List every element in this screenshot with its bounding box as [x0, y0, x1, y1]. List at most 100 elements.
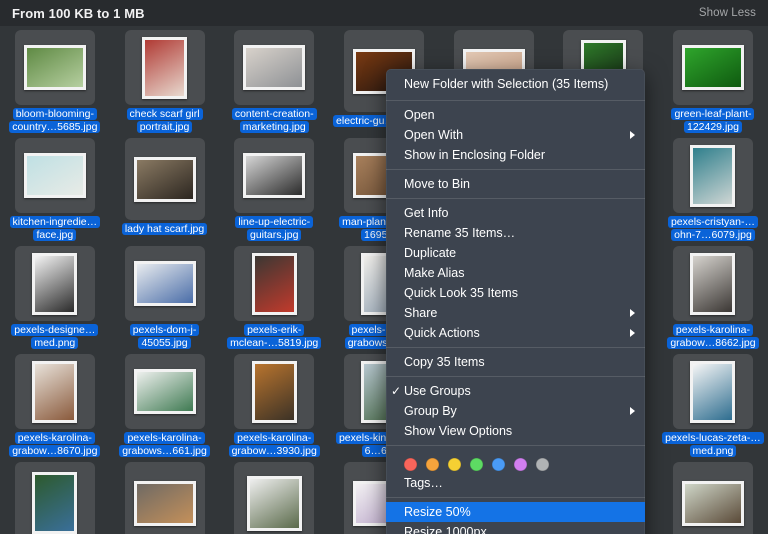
- tag-color-dot[interactable]: [514, 458, 527, 471]
- context-menu[interactable]: New Folder with Selection (35 Items) Open…: [386, 69, 645, 534]
- thumbnail-tile[interactable]: [234, 138, 315, 213]
- thumbnail-tile[interactable]: [14, 30, 95, 105]
- menu-item-label: Rename 35 Items…: [404, 226, 516, 240]
- file-item[interactable]: line-up-electric-guitars.jpg: [219, 134, 329, 242]
- menu-item-share[interactable]: Share: [386, 303, 645, 323]
- file-item[interactable]: green-leaf-plant-122429.jpg: [658, 26, 768, 134]
- thumbnail-tile[interactable]: [124, 246, 205, 321]
- thumbnail-tile[interactable]: [124, 138, 205, 220]
- tag-color-dot[interactable]: [426, 458, 439, 471]
- file-label[interactable]: pexels-karolina-grabow…8670.jpg: [3, 432, 107, 458]
- file-label[interactable]: lady hat scarf.jpg: [121, 223, 208, 236]
- photo-thumbnail: [243, 45, 306, 90]
- menu-item-open-with[interactable]: Open With: [386, 125, 645, 145]
- photo-thumbnail: [681, 480, 744, 526]
- file-label[interactable]: pexels-cristyan-…ohn-7…6079.jpg: [661, 216, 765, 242]
- file-label[interactable]: check scarf girl portrait.jpg: [113, 108, 217, 134]
- file-item[interactable]: pexels-erik-mclean-…5819.jpg: [219, 242, 329, 350]
- tag-color-dot[interactable]: [536, 458, 549, 471]
- file-label[interactable]: pexels-karolina-grabows…661.jpg: [113, 432, 217, 458]
- thumbnail-tile[interactable]: [234, 246, 315, 321]
- photo-thumbnail: [133, 261, 196, 306]
- menu-item-quick-actions[interactable]: Quick Actions: [386, 323, 645, 343]
- thumbnail-tile[interactable]: [124, 354, 205, 429]
- file-label[interactable]: bloom-blooming-country…5685.jpg: [3, 108, 107, 134]
- file-item[interactable]: [0, 458, 110, 534]
- file-item[interactable]: check scarf girl portrait.jpg: [110, 26, 220, 134]
- thumbnail-tile[interactable]: [234, 354, 315, 429]
- file-label[interactable]: green-leaf-plant-122429.jpg: [661, 108, 765, 134]
- file-item[interactable]: pexels-lucas-zeta-…med.png: [658, 350, 768, 458]
- thumbnail-tile[interactable]: [14, 246, 95, 321]
- file-item[interactable]: pexels-dom-j-45055.jpg: [110, 242, 220, 350]
- menu-item-duplicate[interactable]: Duplicate: [386, 243, 645, 263]
- thumbnail-tile[interactable]: [14, 462, 95, 534]
- menu-item-move-to-bin[interactable]: Move to Bin: [386, 174, 645, 194]
- tag-color-row[interactable]: [386, 450, 645, 473]
- menu-item-label: Group By: [404, 404, 457, 418]
- menu-separator: [386, 169, 645, 170]
- thumbnail-tile[interactable]: [124, 462, 205, 534]
- submenu-arrow-icon: [630, 309, 635, 317]
- thumbnail-tile[interactable]: [14, 354, 95, 429]
- menu-item-copy-35-items[interactable]: Copy 35 Items: [386, 352, 645, 372]
- file-label[interactable]: pexels-karolina-grabow…3930.jpg: [222, 432, 326, 458]
- menu-item-group-by[interactable]: Group By: [386, 401, 645, 421]
- file-label[interactable]: pexels-dom-j-45055.jpg: [113, 324, 217, 350]
- menu-item-get-info[interactable]: Get Info: [386, 203, 645, 223]
- menu-item-use-groups[interactable]: ✓ Use Groups: [386, 381, 645, 401]
- file-item[interactable]: content-creation-marketing.jpg: [219, 26, 329, 134]
- photo-thumbnail: [251, 252, 297, 315]
- menu-item-show-in-enclosing-folder[interactable]: Show in Enclosing Folder: [386, 145, 645, 165]
- tag-color-dot[interactable]: [470, 458, 483, 471]
- file-item[interactable]: pexels-cristyan-…ohn-7…6079.jpg: [658, 134, 768, 242]
- menu-item-rename-35-items[interactable]: Rename 35 Items…: [386, 223, 645, 243]
- show-less-button[interactable]: Show Less: [699, 7, 756, 19]
- tag-color-dot[interactable]: [448, 458, 461, 471]
- photo-thumbnail: [681, 45, 744, 90]
- menu-item-make-alias[interactable]: Make Alias: [386, 263, 645, 283]
- file-item[interactable]: kitchen-ingredie…face.jpg: [0, 134, 110, 242]
- file-item[interactable]: pexels-designe…med.png: [0, 242, 110, 350]
- menu-separator: [386, 497, 645, 498]
- file-item[interactable]: pexels-karolina-grabow…8670.jpg: [0, 350, 110, 458]
- thumbnail-tile[interactable]: [672, 354, 753, 429]
- file-label[interactable]: line-up-electric-guitars.jpg: [222, 216, 326, 242]
- thumbnail-tile[interactable]: [672, 462, 753, 534]
- tag-color-dot[interactable]: [404, 458, 417, 471]
- icon-grid-row: [0, 458, 768, 534]
- file-label[interactable]: pexels-erik-mclean-…5819.jpg: [222, 324, 326, 350]
- thumbnail-tile[interactable]: [672, 30, 753, 105]
- file-item[interactable]: [110, 458, 220, 534]
- thumbnail-tile[interactable]: [672, 246, 753, 321]
- file-item[interactable]: pexels-karolina-grabow…8662.jpg: [658, 242, 768, 350]
- file-item[interactable]: [658, 458, 768, 534]
- thumbnail-tile[interactable]: [234, 30, 315, 105]
- file-item[interactable]: bloom-blooming-country…5685.jpg: [0, 26, 110, 134]
- file-label[interactable]: kitchen-ingredie…face.jpg: [3, 216, 107, 242]
- menu-item-resize-1000px[interactable]: Resize 1000px: [386, 522, 645, 534]
- menu-item-tags[interactable]: Tags…: [386, 473, 645, 493]
- thumbnail-tile[interactable]: [234, 462, 315, 534]
- file-item[interactable]: pexels-karolina-grabows…661.jpg: [110, 350, 220, 458]
- file-item[interactable]: lady hat scarf.jpg: [110, 134, 220, 242]
- thumbnail-tile[interactable]: [124, 30, 205, 105]
- photo-thumbnail: [133, 156, 196, 202]
- menu-item-open[interactable]: Open: [386, 105, 645, 125]
- menu-item-show-view-options[interactable]: Show View Options: [386, 421, 645, 441]
- file-label[interactable]: content-creation-marketing.jpg: [222, 108, 326, 134]
- menu-item-label: Show View Options: [404, 424, 513, 438]
- menu-item-resize-50[interactable]: Resize 50%: [386, 502, 645, 522]
- file-item[interactable]: pexels-karolina-grabow…3930.jpg: [219, 350, 329, 458]
- file-label[interactable]: pexels-designe…med.png: [3, 324, 107, 350]
- thumbnail-tile[interactable]: [14, 138, 95, 213]
- menu-item-quick-look-35-items[interactable]: Quick Look 35 Items: [386, 283, 645, 303]
- menu-item-new-folder-with-selection-35-items[interactable]: New Folder with Selection (35 Items): [386, 72, 645, 96]
- icon-grid[interactable]: bloom-blooming-country…5685.jpg check sca…: [0, 26, 768, 534]
- finder-gallery-window: From 100 KB to 1 MB Show Less bloom-bloo…: [0, 0, 768, 534]
- file-item[interactable]: [219, 458, 329, 534]
- thumbnail-tile[interactable]: [672, 138, 753, 213]
- tag-color-dot[interactable]: [492, 458, 505, 471]
- file-label[interactable]: pexels-lucas-zeta-…med.png: [661, 432, 765, 458]
- file-label[interactable]: pexels-karolina-grabow…8662.jpg: [661, 324, 765, 350]
